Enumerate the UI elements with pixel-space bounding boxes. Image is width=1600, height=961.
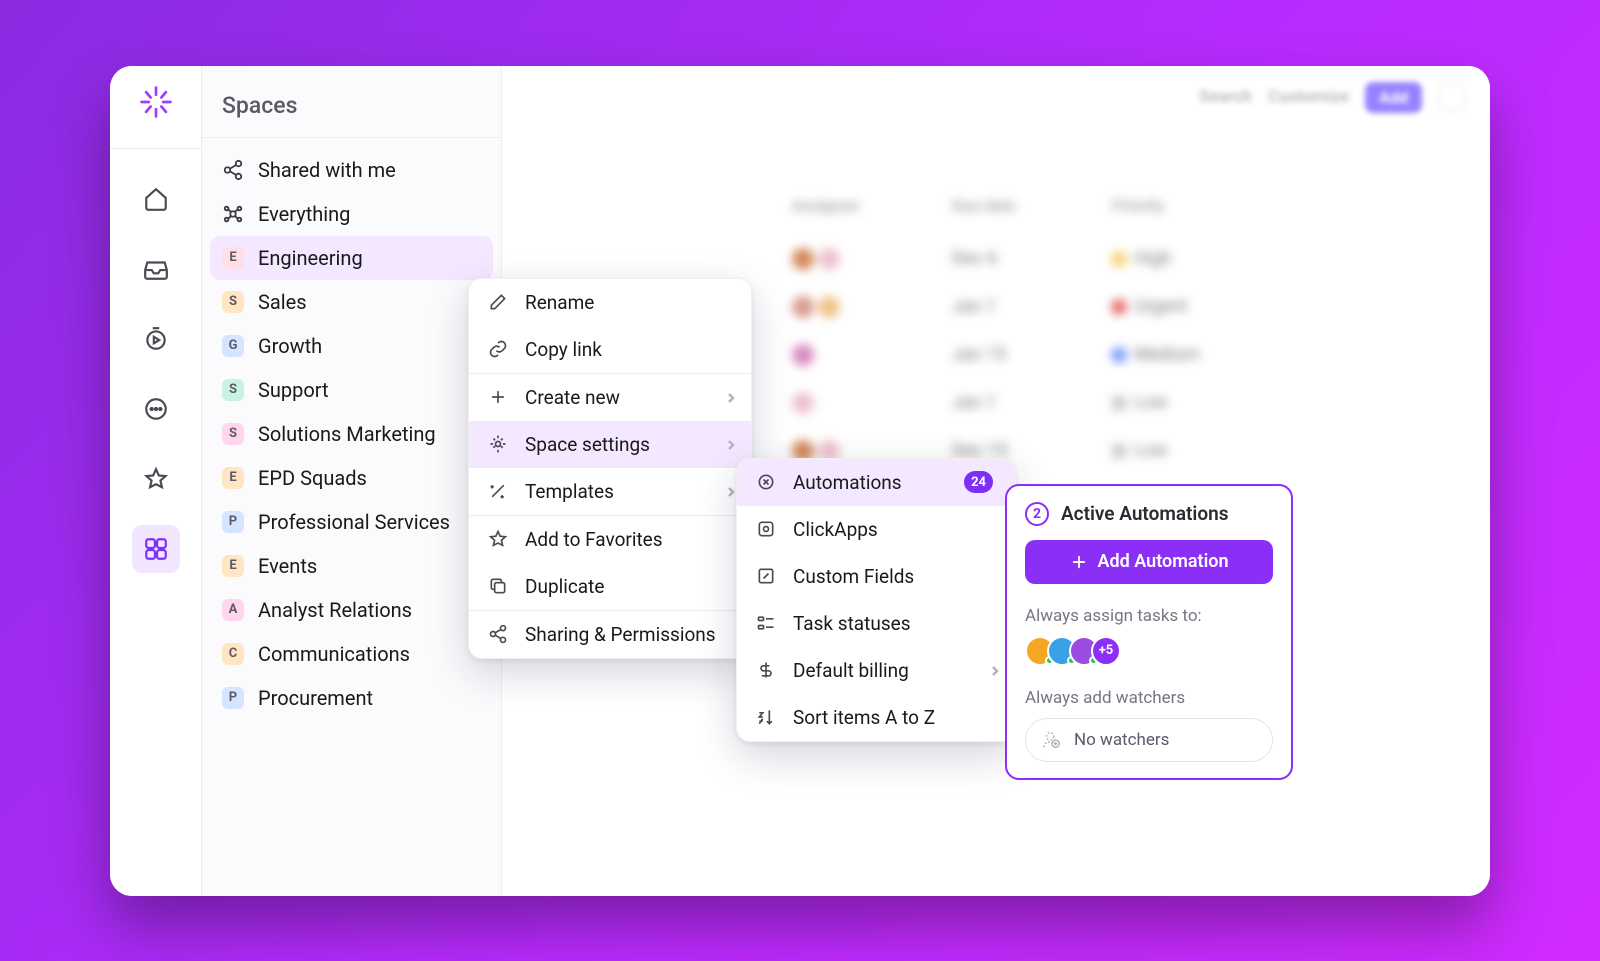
chevron-right-icon [725, 433, 737, 456]
topbar-search[interactable]: Search [1199, 87, 1252, 107]
menu-templates[interactable]: Templates [469, 468, 751, 515]
add-automation-button[interactable]: Add Automation [1025, 540, 1273, 584]
rail-home-icon[interactable] [132, 175, 180, 223]
space-name: Growth [258, 334, 322, 358]
space-name: Analyst Relations [258, 598, 412, 622]
plus-icon [487, 386, 509, 408]
menu-sharing[interactable]: Sharing & Permissions [469, 611, 751, 658]
menu-clickapps[interactable]: ClickApps [737, 506, 1015, 553]
assignee-avatars[interactable]: +5 [1025, 636, 1273, 666]
sidebar-space[interactable]: E Engineering [210, 236, 493, 280]
nav-rail [110, 66, 202, 896]
sidebar-space[interactable]: S Solutions Marketing [210, 412, 493, 456]
sidebar-shared-label: Shared with me [258, 158, 396, 182]
rail-inbox-icon[interactable] [132, 245, 180, 293]
sidebar-space[interactable]: C Communications [210, 632, 493, 676]
space-name: Events [258, 554, 317, 578]
copy-icon [487, 575, 509, 597]
sidebar-everything-label: Everything [258, 202, 350, 226]
spaces-sidebar: Spaces Shared with me Everything E Engin… [202, 66, 502, 896]
add-person-icon [1040, 729, 1062, 751]
star-icon [487, 528, 509, 550]
space-letter: G [222, 335, 244, 357]
space-name: Procurement [258, 686, 373, 710]
automations-count-badge: 24 [964, 471, 993, 493]
apps-icon [755, 518, 777, 540]
chevron-right-icon [725, 386, 737, 409]
space-letter: A [222, 599, 244, 621]
space-letter: C [222, 643, 244, 665]
plus-icon [1070, 553, 1088, 571]
space-name: Solutions Marketing [258, 422, 436, 446]
rail-star-icon[interactable] [132, 455, 180, 503]
space-context-menu: Rename Copy link Create new Space settin… [468, 278, 752, 659]
menu-copy-link[interactable]: Copy link [469, 326, 751, 373]
menu-space-settings[interactable]: Space settings [469, 421, 751, 468]
active-count-badge: 2 [1025, 502, 1049, 526]
space-name: Professional Services [258, 510, 450, 534]
status-icon [755, 612, 777, 634]
menu-default-billing[interactable]: Default billing [737, 647, 1015, 694]
panel-title-text: Active Automations [1061, 502, 1229, 525]
sidebar-space[interactable]: E Events [210, 544, 493, 588]
avatar-overflow[interactable]: +5 [1091, 636, 1121, 666]
assign-label: Always assign tasks to: [1025, 606, 1273, 626]
network-icon [222, 203, 244, 225]
sidebar-space[interactable]: P Procurement [210, 676, 493, 720]
menu-sort-az[interactable]: Sort items A to Z [737, 694, 1015, 741]
menu-task-statuses[interactable]: Task statuses [737, 600, 1015, 647]
space-letter: E [222, 555, 244, 577]
topbar-add-button[interactable]: Add [1365, 82, 1422, 113]
rail-more-icon[interactable] [132, 385, 180, 433]
gear-icon [487, 433, 509, 455]
sidebar-space[interactable]: P Professional Services [210, 500, 493, 544]
wand-icon [487, 480, 509, 502]
chevron-right-icon [989, 659, 1001, 682]
space-name: Engineering [258, 246, 363, 270]
sidebar-space[interactable]: E EPD Squads [210, 456, 493, 500]
space-settings-submenu: Automations24 ClickApps Custom Fields Ta… [736, 458, 1016, 742]
sidebar-everything[interactable]: Everything [210, 192, 493, 236]
space-name: Sales [258, 290, 307, 314]
watchers-label: Always add watchers [1025, 688, 1273, 708]
sidebar-shared[interactable]: Shared with me [210, 148, 493, 192]
sort-az-icon [755, 706, 777, 728]
menu-automations[interactable]: Automations24 [737, 459, 1015, 506]
space-letter: E [222, 247, 244, 269]
share-icon [222, 159, 244, 181]
topbar-customize[interactable]: Customize [1268, 87, 1349, 107]
logo-icon [138, 84, 174, 120]
sidebar-space[interactable]: G Growth [210, 324, 493, 368]
link-icon [487, 338, 509, 360]
menu-rename[interactable]: Rename [469, 279, 751, 326]
menu-custom-fields[interactable]: Custom Fields [737, 553, 1015, 600]
sidebar-title: Spaces [202, 66, 501, 138]
menu-create-new[interactable]: Create new [469, 374, 751, 421]
watchers-input[interactable]: No watchers [1025, 718, 1273, 762]
space-letter: P [222, 511, 244, 533]
edit-square-icon [755, 565, 777, 587]
menu-add-favorites[interactable]: Add to Favorites [469, 516, 751, 563]
space-letter: S [222, 423, 244, 445]
sidebar-space[interactable]: S Support [210, 368, 493, 412]
space-name: EPD Squads [258, 466, 367, 490]
space-letter: E [222, 467, 244, 489]
automation-icon [755, 471, 777, 493]
rail-spaces-icon[interactable] [132, 525, 180, 573]
topbar-more[interactable] [1438, 83, 1466, 111]
space-letter: S [222, 291, 244, 313]
menu-duplicate[interactable]: Duplicate [469, 563, 751, 610]
share-icon [487, 623, 509, 645]
sidebar-space[interactable]: A Analyst Relations [210, 588, 493, 632]
automations-panel: 2 Active Automations Add Automation Alwa… [1005, 484, 1293, 780]
space-letter: S [222, 379, 244, 401]
app-window: Spaces Shared with me Everything E Engin… [110, 66, 1490, 896]
space-letter: P [222, 687, 244, 709]
space-name: Communications [258, 642, 410, 666]
dollar-icon [755, 659, 777, 681]
space-name: Support [258, 378, 329, 402]
rail-timer-icon[interactable] [132, 315, 180, 363]
pencil-icon [487, 291, 509, 313]
sidebar-space[interactable]: S Sales [210, 280, 493, 324]
